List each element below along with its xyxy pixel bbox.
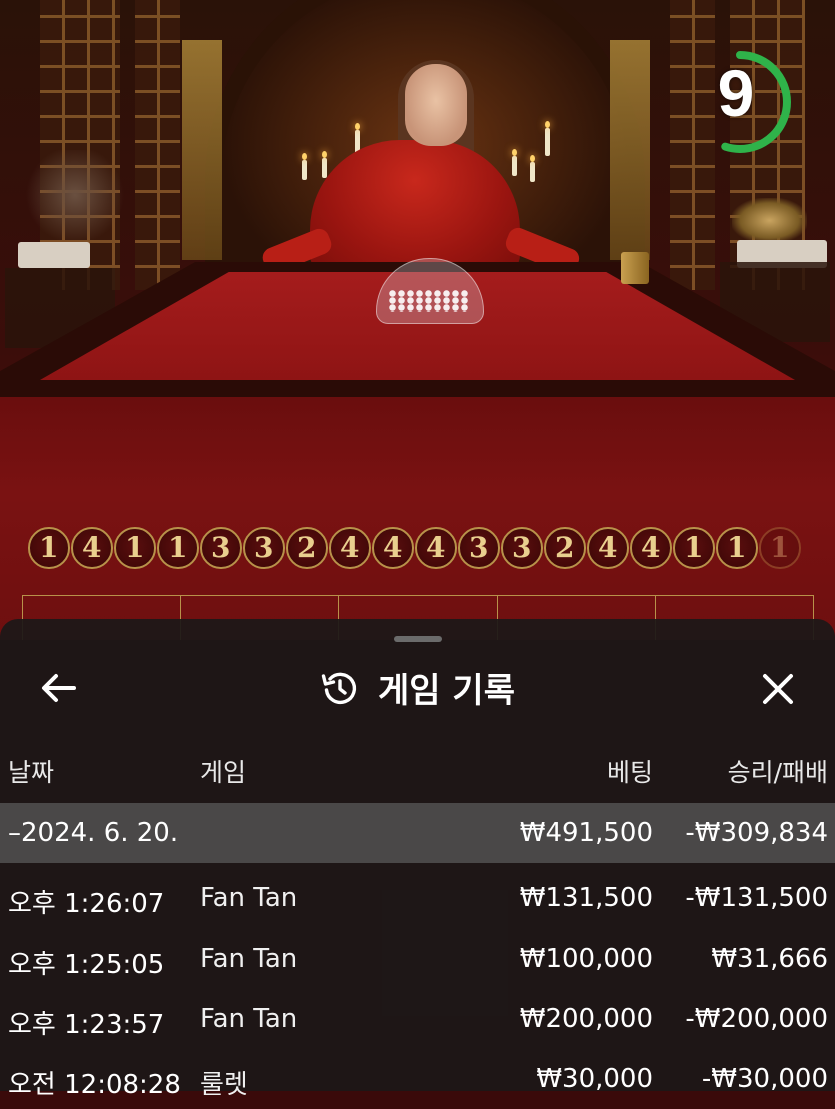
row-bet: ₩100,000 — [519, 944, 653, 974]
table-header: 날짜 게임 베팅 승리/패배 — [0, 753, 835, 793]
day-group-row[interactable]: –2024. 6. 20. ₩491,500 -₩309,834 — [0, 803, 835, 863]
row-win-loss: -₩131,500 — [685, 883, 828, 913]
candle — [545, 121, 550, 156]
header-game: 게임 — [200, 758, 247, 787]
row-time: 오후 1:23:57 — [8, 1010, 165, 1040]
row-game: 룰렛 — [200, 1070, 248, 1100]
gold-panel — [610, 40, 650, 260]
result-ball: 4 — [415, 527, 457, 569]
beads — [388, 290, 470, 312]
dragon-statue — [732, 198, 807, 243]
game-history-sheet: 게임 기록 날짜 게임 베팅 승리/패배 –2024. 6. 20. ₩491,… — [0, 619, 835, 1100]
result-ball: 2 — [286, 527, 328, 569]
day-date: –2024. 6. 20. — [8, 818, 179, 848]
live-video-feed: 9 141133244433244111 — [0, 0, 835, 640]
result-ball: 3 — [501, 527, 543, 569]
row-bet: ₩200,000 — [519, 1004, 653, 1034]
candle — [512, 149, 517, 176]
candle — [322, 151, 327, 178]
result-ball: 1 — [716, 527, 758, 569]
lattice-screen — [670, 0, 715, 290]
history-icon — [321, 672, 357, 704]
header-bet: 베팅 — [606, 758, 653, 787]
sheet-header: 게임 기록 — [0, 663, 835, 712]
result-ball: 4 — [587, 527, 629, 569]
candle — [302, 153, 307, 180]
result-ball: 4 — [372, 527, 414, 569]
result-ball: 4 — [329, 527, 371, 569]
table-row[interactable]: 오전 12:08:28 룰렛 ₩30,000 -₩30,000 — [0, 1049, 835, 1109]
result-ball: 3 — [243, 527, 285, 569]
result-ball: 4 — [630, 527, 672, 569]
row-game: Fan Tan — [200, 883, 298, 913]
result-ball: 3 — [458, 527, 500, 569]
result-ball: 1 — [28, 527, 70, 569]
sheet-title: 게임 기록 — [378, 671, 515, 711]
results-history-strip: 141133244433244111 — [28, 527, 801, 575]
result-ball: 1 — [157, 527, 199, 569]
result-ball: 1 — [759, 527, 801, 569]
dealer-face — [405, 64, 467, 146]
day-bet-total: ₩491,500 — [519, 818, 653, 848]
table-row[interactable]: 오후 1:25:05 Fan Tan ₩100,000 ₩31,666 — [0, 929, 835, 989]
row-bet: ₩30,000 — [536, 1064, 653, 1094]
result-ball: 1 — [114, 527, 156, 569]
plant-pot — [18, 242, 90, 268]
bonsai-plant — [15, 150, 135, 240]
header-win-loss: 승리/패배 — [727, 758, 828, 787]
close-button[interactable] — [756, 667, 800, 711]
result-ball: 2 — [544, 527, 586, 569]
header-date: 날짜 — [8, 758, 55, 787]
row-time: 오후 1:26:07 — [8, 889, 165, 919]
timer-value: 9 — [717, 56, 755, 130]
row-game: Fan Tan — [200, 1004, 298, 1034]
result-ball: 4 — [71, 527, 113, 569]
brass-cup — [621, 252, 649, 284]
sheet-drag-handle[interactable] — [394, 636, 442, 642]
row-win-loss: ₩31,666 — [711, 944, 828, 974]
result-ball: 3 — [200, 527, 242, 569]
result-ball: 1 — [673, 527, 715, 569]
row-time: 오전 12:08:28 — [8, 1070, 181, 1100]
lattice-screen — [135, 0, 180, 290]
gold-panel — [182, 40, 222, 260]
table-row[interactable]: 오후 1:26:07 Fan Tan ₩131,500 -₩131,500 — [0, 868, 835, 928]
row-time: 오후 1:25:05 — [8, 950, 165, 980]
candle — [530, 155, 535, 182]
day-win-loss-total: -₩309,834 — [685, 818, 828, 848]
close-icon — [763, 674, 793, 704]
row-win-loss: -₩200,000 — [685, 1004, 828, 1034]
row-bet: ₩131,500 — [519, 883, 653, 913]
row-win-loss: -₩30,000 — [701, 1064, 828, 1094]
countdown-timer: 9 — [689, 32, 806, 172]
row-game: Fan Tan — [200, 944, 298, 974]
table-row[interactable]: 오후 1:23:57 Fan Tan ₩200,000 -₩200,000 — [0, 989, 835, 1049]
